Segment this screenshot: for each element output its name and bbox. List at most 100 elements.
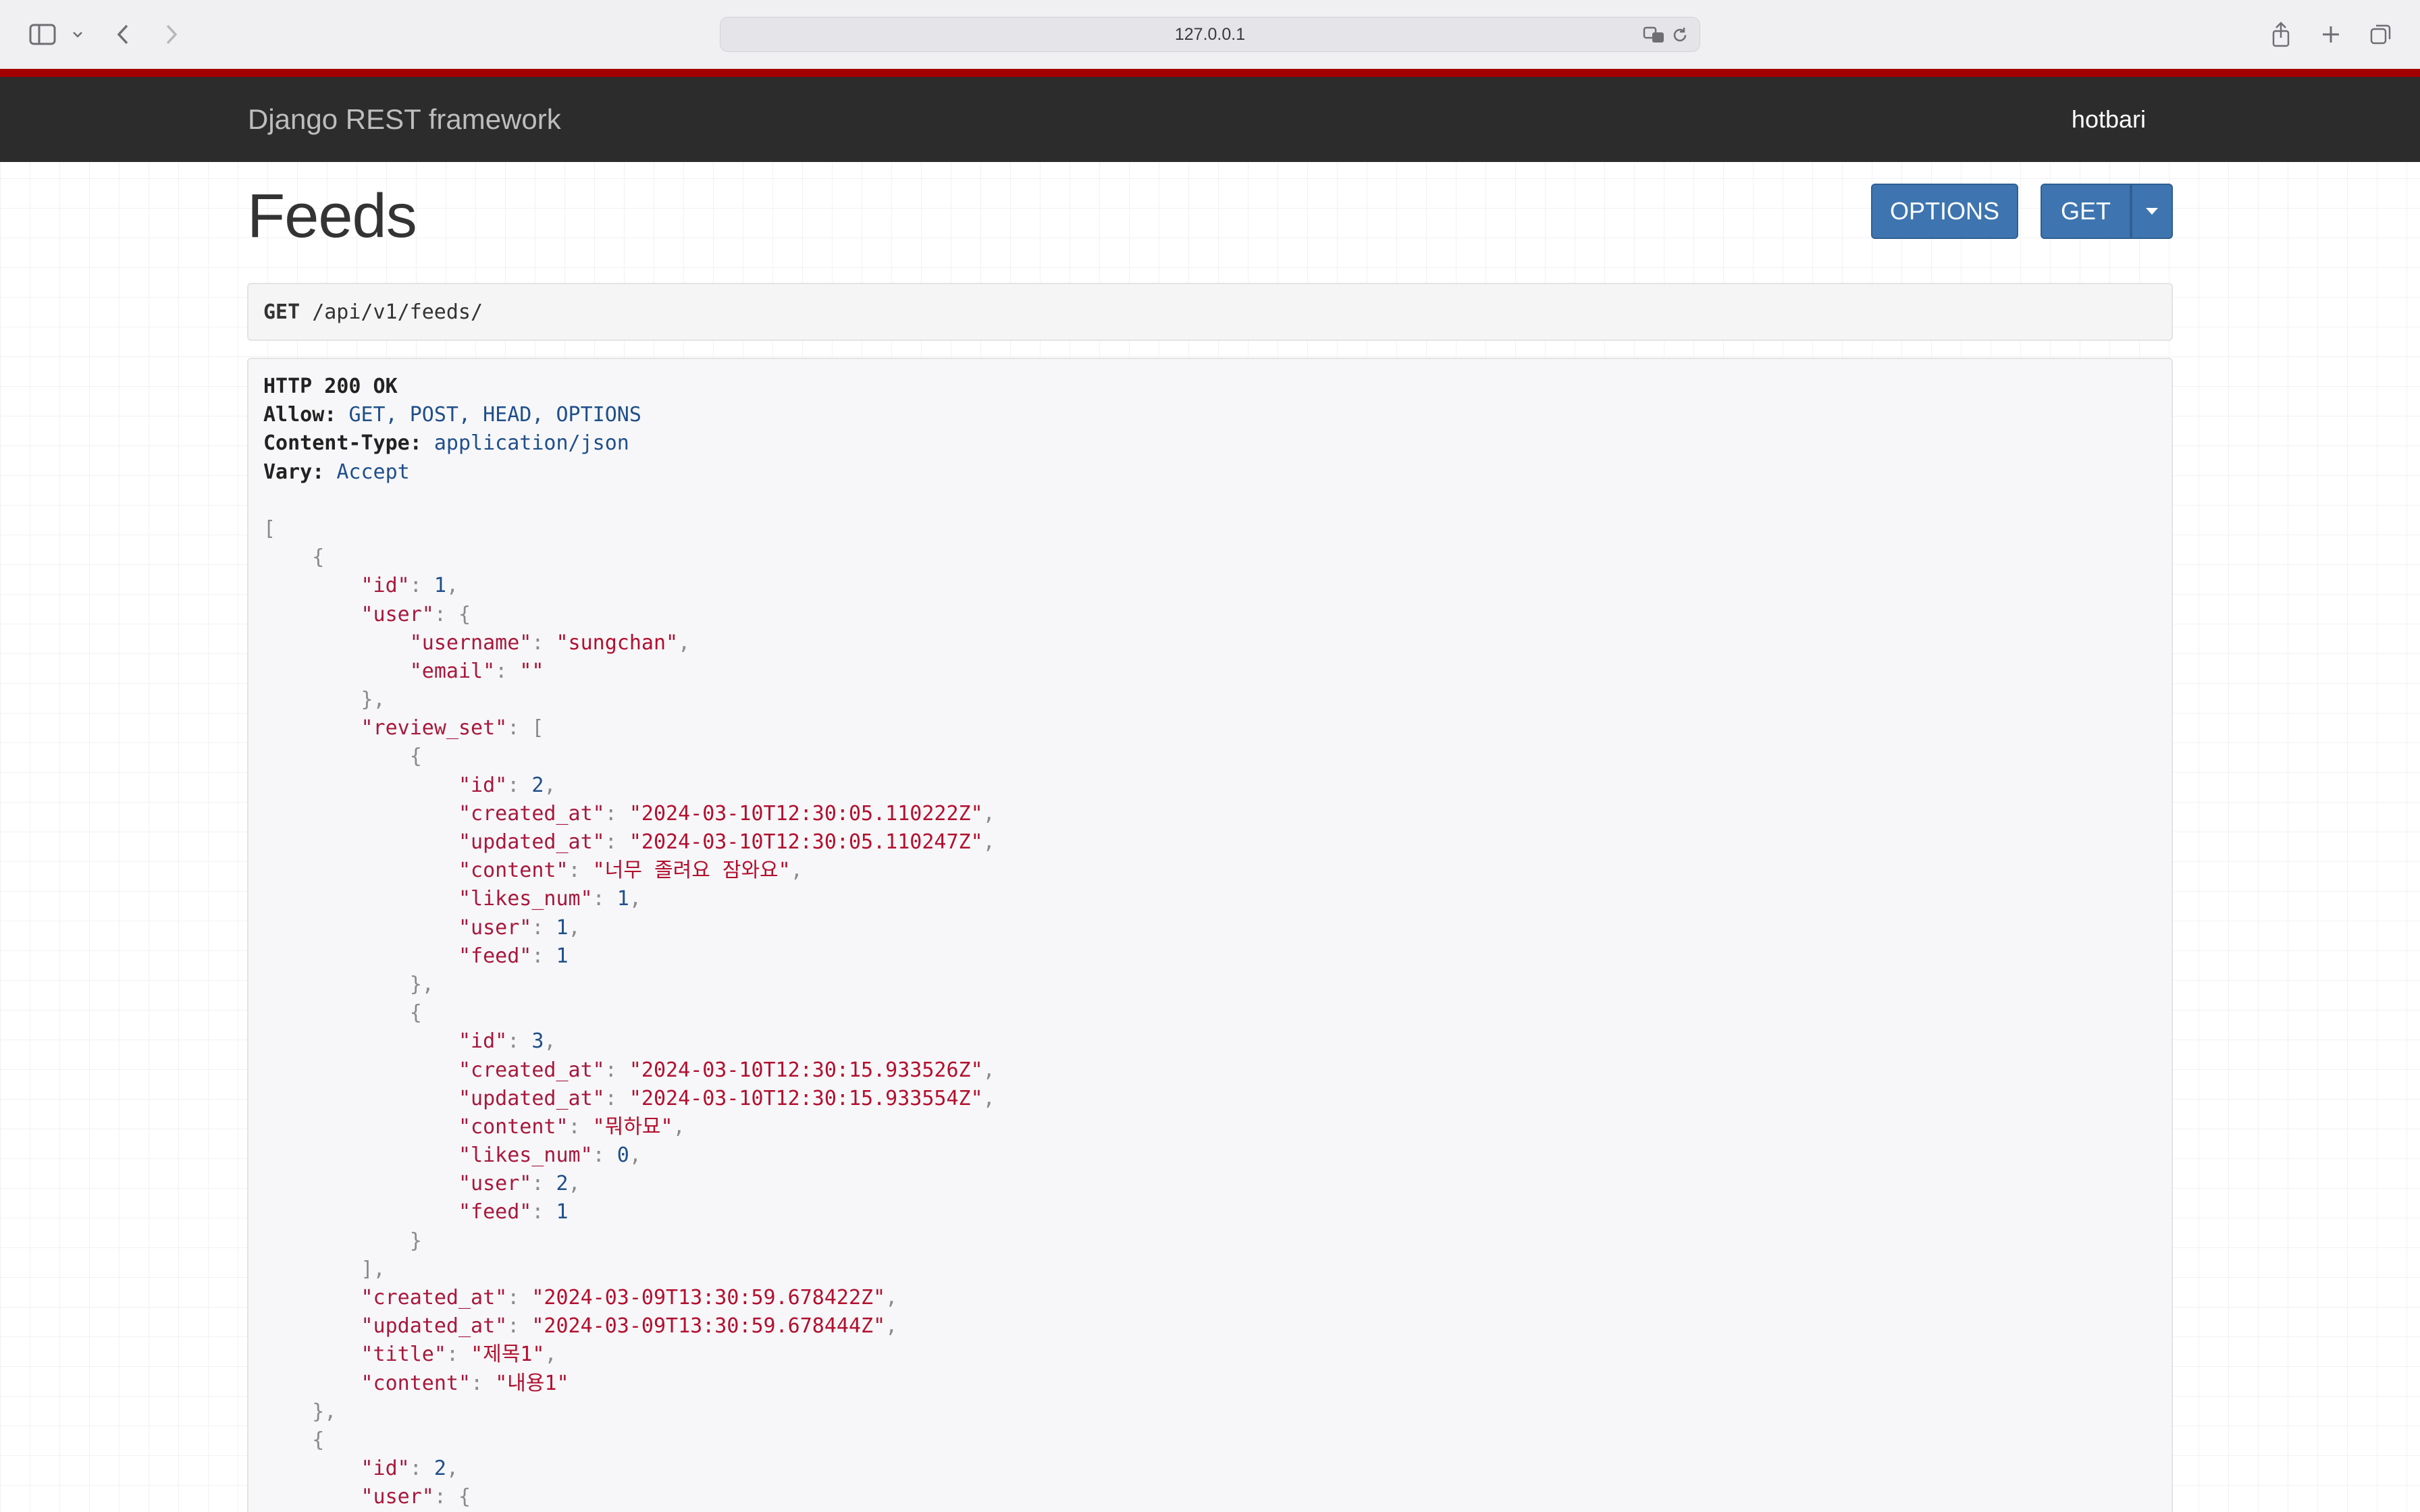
json-token-pun — [263, 802, 458, 826]
json-token-pun: { — [263, 745, 422, 769]
json-token-pun: , — [446, 574, 458, 598]
json-token-pun — [263, 1457, 361, 1480]
json-token-pun: , — [885, 1314, 898, 1339]
json-token-pun: : — [471, 1371, 496, 1395]
json-token-key: "user" — [458, 915, 532, 940]
json-token-pun: : — [604, 1058, 629, 1082]
json-token-pun: , — [544, 1029, 556, 1054]
json-line: }, — [263, 971, 2157, 999]
json-token-pun — [263, 659, 410, 683]
json-token-pun: , — [568, 915, 581, 940]
json-token-pun: }, — [263, 1399, 337, 1424]
json-token-pun: , — [982, 1058, 995, 1082]
json-token-key: "user" — [458, 1172, 532, 1196]
back-icon[interactable] — [109, 19, 136, 50]
json-line: "created_at": "2024-03-10T12:30:15.93352… — [263, 1056, 2157, 1085]
json-token-str: "뭐하묘" — [592, 1114, 673, 1139]
json-token-pun — [263, 1286, 361, 1310]
json-token-str: "2024-03-09T13:30:59.678444Z" — [531, 1314, 886, 1339]
json-line: } — [263, 1227, 2157, 1256]
navbar-brand-link[interactable]: Django REST framework — [248, 77, 561, 162]
json-token-pun: : [ — [507, 716, 544, 740]
json-token-pun: : — [446, 1343, 471, 1367]
json-line: { — [263, 742, 2157, 771]
get-button[interactable]: GET — [2041, 184, 2131, 239]
user-menu[interactable]: hotbari — [2072, 77, 2146, 162]
get-format-dropdown-toggle[interactable] — [2131, 184, 2173, 239]
forward-icon[interactable] — [158, 19, 185, 50]
json-token-pun: , — [885, 1286, 898, 1310]
json-token-pun: , — [568, 1172, 581, 1196]
json-token-pun: : — [604, 830, 629, 854]
chevron-down-icon[interactable] — [68, 19, 88, 50]
json-token-key: "username" — [409, 630, 532, 655]
json-line: "created_at": "2024-03-10T12:30:05.11022… — [263, 800, 2157, 828]
json-token-key: "content" — [361, 1371, 471, 1395]
sidebar-icon[interactable] — [26, 19, 59, 50]
json-token-pun: , — [673, 1114, 685, 1139]
json-token-pun — [263, 1029, 458, 1053]
response-body: [ { "id": 1, "user": { "username": "sung… — [263, 515, 2157, 1512]
json-token-pun: : — [531, 1172, 556, 1196]
caret-down-icon — [2146, 208, 2158, 215]
json-token-pun — [263, 944, 458, 968]
json-token-pun: , — [544, 1343, 557, 1367]
json-token-key: "id" — [361, 1457, 410, 1481]
json-token-pun — [263, 603, 361, 626]
json-token-str: "2024-03-10T12:30:05.110247Z" — [629, 830, 983, 854]
json-token-pun: : { — [433, 1485, 471, 1509]
json-token-pun: , — [629, 887, 641, 911]
json-token-key: "likes_num" — [458, 887, 593, 911]
json-line: "updated_at": "2024-03-09T13:30:59.67844… — [263, 1312, 2157, 1341]
json-token-str: "" — [519, 659, 544, 683]
json-token-key: "id" — [458, 773, 508, 797]
json-token-pun: { — [263, 1001, 422, 1025]
json-token-pun — [263, 1343, 361, 1366]
json-token-pun: { — [263, 1428, 325, 1452]
header-value: GET, POST, HEAD, OPTIONS — [348, 403, 641, 427]
json-token-pun: : — [409, 574, 434, 598]
json-token-key: "created_at" — [458, 1058, 605, 1082]
request-info: GET /api/v1/feeds/ — [247, 283, 2173, 341]
json-line: "email": "" — [263, 657, 2157, 686]
json-line: "title": "제목1", — [263, 1341, 2157, 1369]
json-token-pun: }, — [263, 688, 386, 712]
json-token-pun: { — [263, 545, 325, 570]
json-token-pun — [263, 774, 458, 797]
tabs-overview-icon[interactable] — [2367, 19, 2394, 50]
json-token-pun: : — [495, 659, 520, 683]
json-token-key: "id" — [458, 1029, 508, 1054]
json-token-pun — [263, 1143, 458, 1167]
json-token-pun: , — [544, 773, 556, 797]
json-line: ], — [263, 1256, 2157, 1284]
translate-icon[interactable] — [1643, 24, 1666, 47]
json-line: "review_set": [ — [263, 714, 2157, 742]
header-value: application/json — [433, 431, 629, 456]
json-token-key: "likes_num" — [458, 1143, 593, 1168]
json-token-str: "2024-03-10T12:30:05.110222Z" — [629, 801, 983, 826]
json-token-pun: , — [446, 1457, 458, 1481]
reload-icon[interactable] — [1668, 24, 1691, 47]
header-name: Allow: — [263, 403, 337, 427]
json-line: "user": { — [263, 1483, 2157, 1511]
json-token-pun: [ — [263, 516, 276, 541]
json-token-str: "너무 졸려요 잠와요" — [592, 859, 791, 883]
json-token-str: "2024-03-10T12:30:15.933554Z" — [629, 1086, 983, 1110]
json-line: { — [263, 1426, 2157, 1455]
response-header-row: Vary: Accept — [263, 458, 2157, 487]
json-token-pun: : — [531, 944, 556, 968]
json-token-pun: : — [409, 1457, 434, 1481]
json-line: "feed": 1 — [263, 1198, 2157, 1226]
browser-toolbar: 127.0.0.1 — [0, 0, 2420, 70]
json-token-num: 1 — [616, 887, 629, 911]
options-button[interactable]: OPTIONS — [1871, 184, 2018, 239]
json-line: "likes_num": 0, — [263, 1141, 2157, 1170]
json-token-pun — [263, 1200, 458, 1224]
new-tab-icon[interactable] — [2317, 19, 2344, 50]
address-bar[interactable]: 127.0.0.1 — [720, 17, 1700, 52]
request-path: /api/v1/feeds/ — [312, 300, 483, 324]
json-token-pun: } — [263, 1228, 422, 1253]
json-token-pun — [263, 574, 361, 597]
share-icon[interactable] — [2267, 19, 2294, 50]
